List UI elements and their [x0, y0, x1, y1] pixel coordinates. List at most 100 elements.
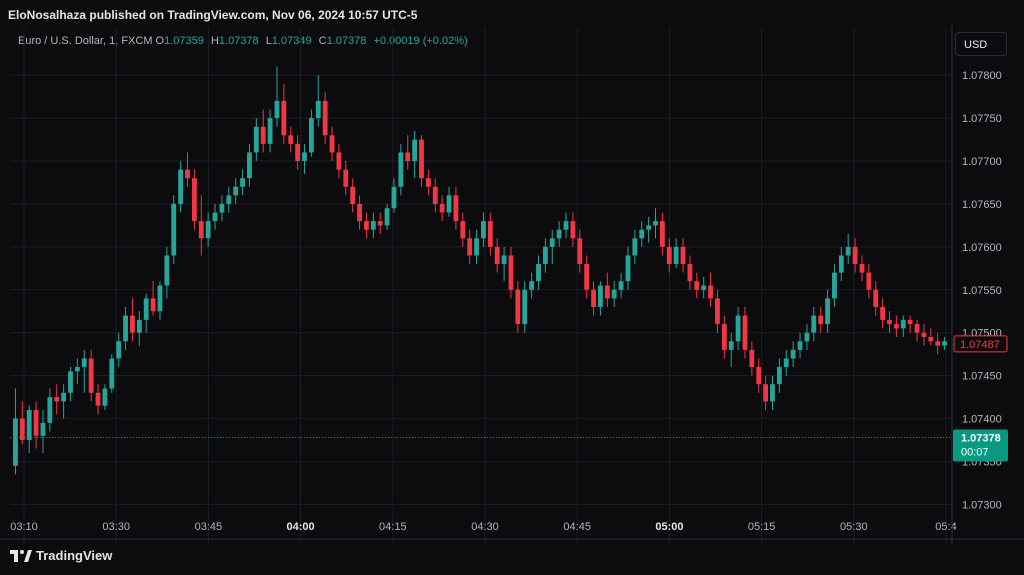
candle-body: [887, 319, 892, 325]
brand-name: TradingView: [36, 548, 113, 563]
candle-body: [81, 358, 87, 368]
candle-body: [178, 169, 184, 204]
candle-body: [570, 221, 576, 239]
candle-body: [646, 225, 652, 230]
candle-body: [308, 118, 314, 153]
x-tick-label: 04:45: [563, 521, 591, 533]
candle-body: [536, 264, 541, 282]
candle-body: [687, 264, 693, 282]
y-tick-label: 1.07300: [962, 499, 1002, 511]
candle-body: [370, 221, 376, 230]
candle-body: [770, 384, 775, 402]
candle-body: [419, 139, 424, 179]
y-tick-label: 1.07750: [962, 113, 1002, 125]
candle-body: [281, 100, 287, 136]
candle-body: [632, 238, 638, 256]
candle-body: [274, 100, 280, 119]
close-label: C: [318, 35, 327, 47]
candle-body: [728, 341, 734, 350]
candle-body: [467, 238, 473, 256]
candle-body: [694, 281, 700, 290]
candle-body: [914, 324, 920, 333]
candle-body: [481, 221, 486, 239]
candle-body: [873, 289, 879, 307]
candle-body: [19, 418, 25, 441]
candle-body: [825, 298, 830, 325]
x-tick-label: 05:15: [748, 521, 776, 533]
candle-body: [832, 272, 837, 299]
open-label: O: [155, 35, 165, 47]
candle-body: [487, 221, 493, 247]
x-tick-label: 05:30: [840, 521, 868, 533]
candle-body: [625, 255, 631, 282]
candle-body: [233, 186, 239, 196]
candle-body: [797, 341, 803, 350]
candle-body: [749, 349, 755, 368]
candle-body: [391, 186, 397, 209]
price-marker-label: 1.07487: [960, 339, 1000, 351]
candle-body: [322, 100, 328, 136]
candle-body: [715, 298, 720, 325]
candle-body: [852, 246, 858, 265]
candle-body: [150, 298, 156, 312]
y-tick-label: 1.07550: [962, 285, 1002, 297]
y-tick-label: 1.07800: [962, 70, 1002, 82]
candle-body: [666, 246, 672, 265]
candle-body: [185, 169, 190, 179]
candle-body: [226, 195, 232, 204]
candle-body: [501, 255, 507, 265]
x-tick-label: 04:30: [471, 521, 499, 533]
symbol-name[interactable]: Euro / U.S. Dollar, 1, FXCM: [18, 35, 152, 47]
candle-body: [721, 324, 727, 350]
candle-body: [845, 246, 851, 256]
candle-body: [907, 319, 913, 325]
candle-body: [756, 367, 762, 385]
candle-body: [212, 212, 218, 222]
candle-body: [453, 195, 459, 222]
publish-header: EloNosalhaza published on TradingView.co…: [8, 8, 418, 22]
candle-body: [542, 246, 548, 265]
candle-body: [811, 315, 817, 333]
candle-body: [584, 264, 590, 290]
candle-body: [205, 221, 211, 239]
candle-body: [336, 152, 342, 170]
bar-countdown-label: 00:07: [961, 446, 989, 458]
candle-body: [398, 152, 404, 187]
x-tick-label: 03:30: [102, 521, 130, 533]
candle-body: [240, 178, 245, 187]
y-tick-label: 1.07400: [962, 414, 1002, 426]
open-value: 1.07359: [164, 35, 204, 47]
candle-body: [556, 229, 562, 239]
candle-body: [123, 315, 128, 342]
y-tick-label: 1.07450: [962, 371, 1002, 383]
candle-body: [343, 169, 349, 187]
candle-body: [515, 289, 521, 325]
candle-body: [460, 221, 466, 239]
candle-body: [384, 208, 390, 226]
candle-body: [61, 392, 67, 402]
candle-body: [446, 195, 452, 213]
low-value: 1.07349: [271, 35, 312, 47]
y-tick-label: 1.07700: [962, 156, 1002, 168]
candle-body: [838, 255, 844, 273]
candle-body: [474, 238, 479, 256]
candle-body: [143, 298, 149, 320]
tradingview-branding[interactable]: TradingView: [10, 548, 112, 563]
tradingview-logo-icon: [10, 549, 32, 562]
candle-body: [866, 272, 872, 290]
candle-body: [598, 285, 603, 307]
y-tick-label: 1.07350: [962, 456, 1002, 468]
price-marker-bg: [953, 335, 1008, 353]
candle-body: [26, 409, 32, 441]
chart-root: EloNosalhaza published on TradingView.co…: [0, 0, 1024, 575]
candle-body: [295, 143, 301, 162]
candle-body: [763, 384, 769, 402]
currency-button[interactable]: USD: [955, 32, 1007, 56]
candle-body: [425, 178, 431, 187]
candle-body: [40, 422, 46, 436]
candle-body: [880, 306, 886, 320]
candlestick-chart[interactable]: 1.07300 1.07350 1.07400 1.07450 1.07500 1.075…: [0, 0, 1024, 575]
candle-body: [54, 397, 60, 402]
candle-body: [900, 319, 906, 329]
candle-body: [776, 367, 782, 385]
